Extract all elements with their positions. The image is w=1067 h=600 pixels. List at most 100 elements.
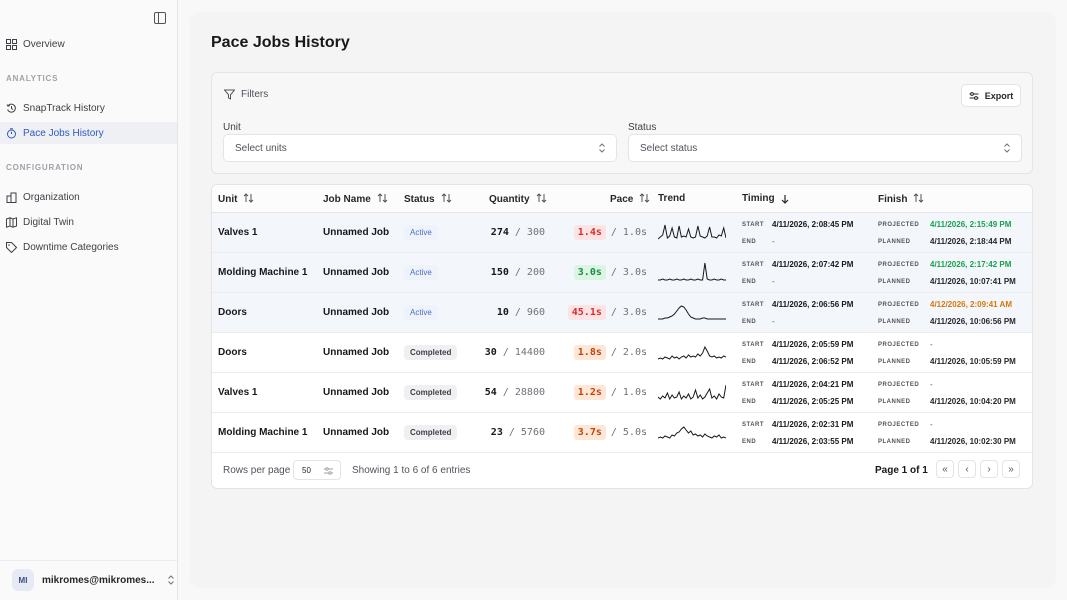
col-unit-label: Unit: [218, 194, 238, 205]
table-row[interactable]: Doors Unnamed Job Active 10 / 960 45.1s /…: [212, 293, 1032, 333]
col-quantity[interactable]: Quantity: [489, 193, 547, 206]
page-info: Page 1 of 1: [875, 465, 928, 476]
chevrons-updown-icon: [1004, 143, 1010, 153]
finish-planned-value: 4/11/2026, 10:05:59 PM: [930, 357, 1016, 366]
col-trend-label: Trend: [658, 193, 686, 204]
showing-entries: Showing 1 to 6 of 6 entries: [352, 465, 471, 476]
cell-unit: Valves 1: [218, 387, 258, 398]
unit-select-placeholder: Select units: [235, 142, 287, 154]
section-configuration: CONFIGURATION: [6, 163, 84, 172]
timing-start-label: START: [742, 222, 765, 228]
col-finish-label: Finish: [878, 194, 908, 205]
next-page-button[interactable]: ›: [980, 460, 998, 478]
cell-pace: 3.0s / 3.0s: [573, 265, 647, 280]
nav-organization[interactable]: Organization: [0, 186, 177, 208]
first-page-button[interactable]: «: [936, 460, 954, 478]
finish-projected-value: 4/11/2026, 2:17:42 PM: [930, 260, 1012, 269]
pace-value: 3.7s: [573, 425, 606, 440]
timing-start-label: START: [742, 302, 765, 308]
col-job-name[interactable]: Job Name: [323, 193, 388, 206]
filters-title: Filters: [241, 89, 269, 100]
nav-overview[interactable]: Overview: [0, 33, 177, 55]
cell-job-name: Unnamed Job: [323, 307, 390, 318]
finish-planned-value: 4/11/2026, 10:07:41 PM: [930, 277, 1016, 286]
filters-header: Filters: [224, 89, 268, 100]
pace-target: / 5.0s: [610, 427, 647, 438]
nav-organization-label: Organization: [23, 191, 80, 203]
finish-planned-value: 4/11/2026, 10:06:56 PM: [930, 317, 1016, 326]
chevron-left-icon: ‹: [965, 463, 969, 475]
user-menu[interactable]: MI mikromes@mikromes...: [12, 569, 175, 591]
status-badge: Active: [404, 225, 438, 240]
qty-total: / 960: [514, 307, 545, 318]
sliders-icon: [969, 91, 979, 100]
trend-sparkline: [658, 384, 726, 401]
chevrons-right-icon: »: [1008, 463, 1014, 475]
qty-total: / 5760: [508, 427, 545, 438]
sort-icon: [441, 193, 452, 206]
sidebar-toggle-icon[interactable]: [154, 12, 166, 24]
pace-target: / 1.0s: [610, 227, 647, 238]
col-timing[interactable]: Timing: [742, 193, 789, 204]
unit-select[interactable]: Select units: [223, 134, 617, 162]
last-page-button[interactable]: »: [1002, 460, 1020, 478]
trend-sparkline: [658, 426, 726, 439]
unit-filter-label: Unit: [223, 122, 241, 133]
prev-page-button[interactable]: ‹: [958, 460, 976, 478]
building-icon: [6, 192, 17, 203]
cell-job-name: Unnamed Job: [323, 347, 390, 358]
timing-end-label: END: [742, 439, 757, 445]
finish-projected-label: PROJECTED: [878, 302, 920, 308]
nav-pace-jobs-history[interactable]: Pace Jobs History: [0, 122, 177, 144]
timing-start-value: 4/11/2026, 2:06:56 PM: [772, 300, 854, 309]
col-trend: Trend: [658, 193, 685, 204]
timing-end-value: -: [772, 317, 775, 326]
qty-done: 23: [490, 427, 503, 438]
nav-digital-twin[interactable]: Digital Twin: [0, 211, 177, 233]
col-status-label: Status: [404, 194, 435, 205]
timing-start-value: 4/11/2026, 2:07:42 PM: [772, 260, 854, 269]
status-select[interactable]: Select status: [628, 134, 1022, 162]
col-unit[interactable]: Unit: [218, 193, 254, 206]
nav-snaptrack-history[interactable]: SnapTrack History: [0, 97, 177, 119]
finish-projected-value: -: [930, 420, 933, 429]
chevrons-updown-icon: [599, 143, 605, 153]
page-title: Pace Jobs History: [211, 34, 350, 51]
cell-quantity: 274 / 300: [491, 227, 545, 238]
history-icon: [6, 103, 17, 114]
nav-downtime-label: Downtime Categories: [23, 241, 119, 253]
finish-projected-label: PROJECTED: [878, 382, 920, 388]
col-pace[interactable]: Pace: [610, 193, 650, 206]
col-job-label: Job Name: [323, 194, 371, 205]
table-row[interactable]: Molding Machine 1 Unnamed Job Active 150…: [212, 253, 1032, 293]
cell-unit: Valves 1: [218, 227, 258, 238]
cell-pace: 45.1s / 3.0s: [567, 305, 647, 320]
cell-unit: Molding Machine 1: [218, 427, 308, 438]
finish-projected-label: PROJECTED: [878, 422, 920, 428]
sidebar: Overview ANALYTICS SnapTrack History Pac…: [0, 0, 178, 600]
table-row[interactable]: Molding Machine 1 Unnamed Job Completed …: [212, 413, 1032, 453]
nav-downtime-categories[interactable]: Downtime Categories: [0, 236, 177, 258]
qty-total: / 14400: [502, 347, 545, 358]
timing-end-value: -: [772, 237, 775, 246]
col-finish[interactable]: Finish: [878, 193, 924, 206]
table-row[interactable]: Valves 1 Unnamed Job Completed 54 / 2880…: [212, 373, 1032, 413]
status-badge: Completed: [404, 385, 458, 400]
timing-end-label: END: [742, 319, 757, 325]
export-button[interactable]: Export: [961, 84, 1021, 107]
cell-unit: Doors: [218, 347, 247, 358]
pace-value: 3.0s: [573, 265, 606, 280]
cell-job-name: Unnamed Job: [323, 227, 390, 238]
timer-icon: [6, 127, 17, 139]
rows-per-page-select[interactable]: 50: [293, 460, 341, 480]
sort-icon: [536, 193, 547, 206]
table-row[interactable]: Valves 1 Unnamed Job Active 274 / 300 1.…: [212, 213, 1032, 253]
finish-planned-label: PLANNED: [878, 399, 911, 405]
timing-start-value: 4/11/2026, 2:05:59 PM: [772, 340, 854, 349]
col-status[interactable]: Status: [404, 193, 452, 206]
grid-icon: [6, 38, 17, 50]
table-row[interactable]: Doors Unnamed Job Completed 30 / 14400 1…: [212, 333, 1032, 373]
finish-planned-value: 4/11/2026, 10:02:30 PM: [930, 437, 1016, 446]
pace-value: 1.4s: [573, 225, 606, 240]
sort-icon: [243, 193, 254, 206]
